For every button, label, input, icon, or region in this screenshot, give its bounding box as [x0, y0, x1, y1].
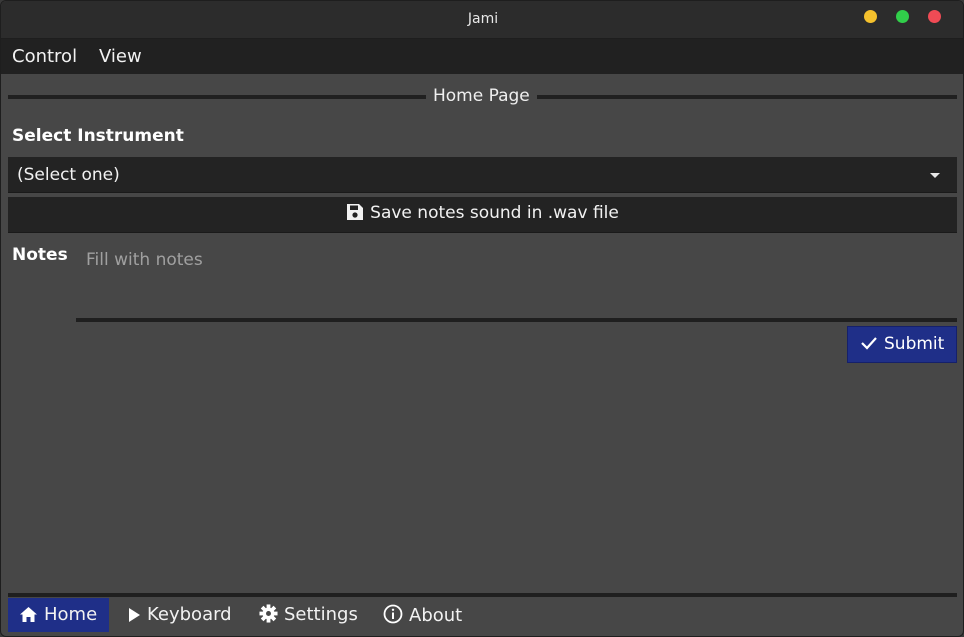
tab-about-label: About: [409, 605, 463, 626]
home-icon: [20, 607, 37, 622]
dropdown-caret-icon: [930, 173, 940, 178]
save-wav-label: Save notes sound in .wav file: [370, 203, 619, 223]
menu-view[interactable]: View: [99, 46, 142, 67]
app-window: Jami Control View Home Page Select Instr…: [0, 0, 964, 637]
maximize-button[interactable]: [896, 10, 909, 23]
page-title: Home Page: [433, 86, 530, 106]
info-icon: [383, 604, 403, 624]
gear-icon: [259, 604, 278, 623]
instrument-select-value: (Select one): [17, 165, 120, 185]
floppy-disk-icon: [347, 204, 364, 220]
notes-label: Notes: [12, 245, 68, 265]
tab-divider: [8, 593, 957, 597]
tab-home-label: Home: [44, 604, 98, 625]
header-divider-left: [8, 95, 426, 99]
menu-bar: Control View: [1, 39, 963, 74]
bottom-tab-bar: Home Keyboard Settings About: [8, 598, 957, 632]
submit-label: Submit: [884, 334, 945, 354]
instrument-label: Select Instrument: [12, 126, 184, 146]
title-bar[interactable]: Jami: [1, 1, 963, 39]
window-title: Jami: [467, 11, 499, 27]
notes-input[interactable]: Fill with notes: [76, 244, 957, 322]
submit-button[interactable]: Submit: [847, 326, 957, 363]
tab-about[interactable]: About: [372, 598, 482, 632]
minimize-button[interactable]: [864, 10, 877, 23]
tab-settings[interactable]: Settings: [248, 598, 368, 632]
tab-keyboard[interactable]: Keyboard: [116, 598, 241, 632]
tab-keyboard-label: Keyboard: [147, 604, 232, 625]
tab-home[interactable]: Home: [8, 598, 109, 632]
play-icon: [129, 608, 140, 622]
tab-settings-label: Settings: [284, 604, 358, 625]
close-button[interactable]: [928, 10, 941, 23]
notes-placeholder: Fill with notes: [86, 250, 203, 270]
checkmark-icon: [861, 337, 877, 350]
page-header: Home Page: [8, 85, 957, 109]
save-wav-button[interactable]: Save notes sound in .wav file: [8, 197, 957, 233]
instrument-select[interactable]: (Select one): [8, 157, 957, 193]
header-divider-right: [537, 95, 957, 99]
menu-control[interactable]: Control: [12, 46, 77, 67]
